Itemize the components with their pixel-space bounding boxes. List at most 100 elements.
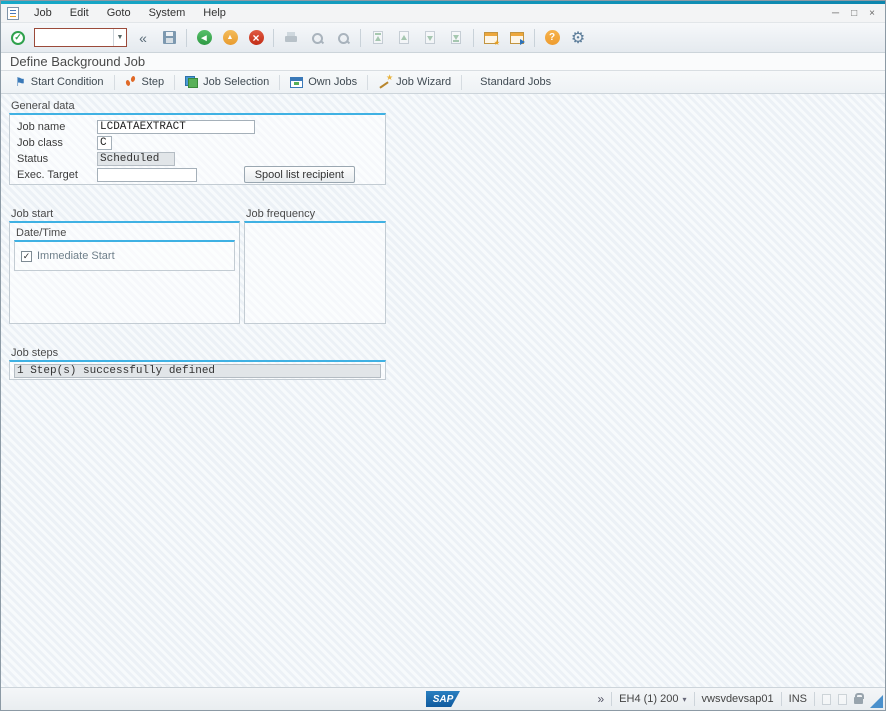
start-condition-button[interactable]: Start Condition bbox=[6, 72, 113, 92]
job-class-input[interactable] bbox=[97, 136, 112, 150]
menubar: Job Edit Goto System Help ─ □ × bbox=[1, 4, 885, 23]
statusbar-expand-icon[interactable]: » bbox=[597, 692, 604, 706]
toolbar-separator bbox=[534, 29, 535, 47]
status-value: Scheduled bbox=[97, 152, 175, 166]
exit-icon bbox=[223, 30, 238, 45]
minimize-button[interactable]: ─ bbox=[832, 8, 839, 19]
back-button[interactable] bbox=[192, 26, 216, 50]
help-button[interactable] bbox=[540, 26, 564, 50]
toolbar-separator bbox=[360, 29, 361, 47]
flag-icon bbox=[15, 75, 26, 89]
job-name-label: Job name bbox=[17, 121, 97, 133]
print-button[interactable] bbox=[279, 26, 303, 50]
standard-jobs-button[interactable]: Standard Jobs bbox=[471, 72, 560, 92]
back-icon bbox=[197, 30, 212, 45]
job-steps-title: Job steps bbox=[9, 347, 386, 360]
status-doc-icon bbox=[838, 694, 847, 705]
toolbar-separator bbox=[273, 29, 274, 47]
resize-grip-icon[interactable] bbox=[870, 695, 883, 708]
last-page-button[interactable] bbox=[444, 26, 468, 50]
window-app-icon[interactable] bbox=[7, 7, 19, 20]
own-jobs-label: Own Jobs bbox=[308, 76, 357, 88]
status-row: Status Scheduled bbox=[17, 151, 379, 166]
create-shortcut-button[interactable] bbox=[505, 26, 529, 50]
job-frequency-title: Job frequency bbox=[244, 208, 386, 221]
input-mode-indicator[interactable]: INS bbox=[789, 693, 807, 705]
job-selection-icon bbox=[185, 76, 198, 88]
menu-item-job[interactable]: Job bbox=[25, 4, 61, 22]
job-steps-message[interactable]: 1 Step(s) successfully defined bbox=[14, 364, 381, 378]
find-next-icon bbox=[336, 31, 350, 45]
own-jobs-icon bbox=[290, 77, 303, 88]
sap-logo-text: SAP bbox=[433, 694, 454, 705]
page-up-button[interactable] bbox=[392, 26, 416, 50]
help-icon bbox=[545, 30, 560, 45]
menu-item-help[interactable]: Help bbox=[194, 4, 235, 22]
step-button[interactable]: Step bbox=[116, 72, 174, 92]
find-next-button[interactable] bbox=[331, 26, 355, 50]
job-selection-button[interactable]: Job Selection bbox=[176, 72, 278, 92]
page-title: Define Background Job bbox=[10, 54, 145, 69]
exec-target-label: Exec. Target bbox=[17, 169, 97, 181]
own-jobs-button[interactable]: Own Jobs bbox=[281, 72, 366, 92]
statusbar-separator bbox=[814, 692, 815, 706]
command-dropdown-icon[interactable] bbox=[113, 29, 126, 46]
enter-button[interactable] bbox=[6, 26, 30, 50]
collapse-command-icon[interactable] bbox=[131, 26, 155, 50]
job-class-label: Job class bbox=[17, 137, 97, 149]
immediate-start-label: Immediate Start bbox=[37, 250, 115, 262]
cancel-button[interactable] bbox=[244, 26, 268, 50]
print-icon bbox=[284, 32, 298, 44]
job-start-group: Job start Date/Time Immediate Start bbox=[9, 208, 240, 324]
new-session-icon bbox=[484, 32, 498, 44]
footsteps-icon bbox=[125, 76, 137, 88]
toolbar-separator bbox=[186, 29, 187, 47]
date-time-tab[interactable]: Date/Time bbox=[14, 227, 235, 240]
job-name-input[interactable] bbox=[97, 120, 255, 134]
job-selection-label: Job Selection bbox=[203, 76, 269, 88]
statusbar: SAP » EH4 (1) 200 vwsvdevsap01 INS bbox=[1, 687, 885, 710]
exit-button[interactable] bbox=[218, 26, 242, 50]
job-name-row: Job name bbox=[17, 119, 379, 134]
menu-item-goto[interactable]: Goto bbox=[98, 4, 140, 22]
last-page-icon bbox=[451, 31, 461, 44]
general-data-group: General data Job name Job class Status S… bbox=[9, 100, 386, 185]
host-name: vwsvdevsap01 bbox=[702, 693, 774, 705]
job-wizard-label: Job Wizard bbox=[396, 76, 451, 88]
wizard-icon bbox=[378, 76, 391, 88]
app-toolbar-separator bbox=[279, 75, 280, 90]
close-button[interactable]: × bbox=[869, 8, 875, 19]
system-session-info[interactable]: EH4 (1) 200 bbox=[619, 693, 686, 705]
menu-item-system[interactable]: System bbox=[140, 4, 195, 22]
app-toolbar-separator bbox=[461, 75, 462, 90]
sap-gui-window: Job Edit Goto System Help ─ □ × bbox=[0, 0, 886, 711]
job-wizard-button[interactable]: Job Wizard bbox=[369, 72, 460, 92]
screen-content: General data Job name Job class Status S… bbox=[1, 94, 885, 687]
menu-item-edit[interactable]: Edit bbox=[61, 4, 98, 22]
save-button[interactable] bbox=[157, 26, 181, 50]
save-icon bbox=[163, 31, 176, 44]
job-class-row: Job class bbox=[17, 135, 379, 150]
new-session-button[interactable] bbox=[479, 26, 503, 50]
exec-target-row: Exec. Target Spool list recipient bbox=[17, 167, 379, 182]
standard-jobs-label: Standard Jobs bbox=[480, 76, 551, 88]
immediate-start-checkbox[interactable] bbox=[21, 251, 32, 262]
status-doc-icon bbox=[822, 694, 831, 705]
first-page-button[interactable] bbox=[366, 26, 390, 50]
page-down-button[interactable] bbox=[418, 26, 442, 50]
job-start-title: Job start bbox=[9, 208, 240, 221]
maximize-button[interactable]: □ bbox=[851, 8, 857, 19]
spool-list-recipient-button[interactable]: Spool list recipient bbox=[244, 166, 355, 183]
exec-target-input[interactable] bbox=[97, 168, 197, 182]
find-button[interactable] bbox=[305, 26, 329, 50]
job-steps-group: Job steps 1 Step(s) successfully defined bbox=[9, 347, 386, 380]
application-toolbar: Start Condition Step Job Selection Own J… bbox=[1, 71, 885, 94]
command-field-wrap bbox=[34, 28, 127, 47]
app-toolbar-separator bbox=[174, 75, 175, 90]
standard-toolbar bbox=[1, 23, 885, 53]
command-field[interactable] bbox=[35, 29, 113, 46]
create-shortcut-icon bbox=[510, 32, 524, 44]
customize-layout-button[interactable] bbox=[566, 26, 590, 50]
cancel-icon bbox=[249, 30, 264, 45]
status-label: Status bbox=[17, 153, 97, 165]
